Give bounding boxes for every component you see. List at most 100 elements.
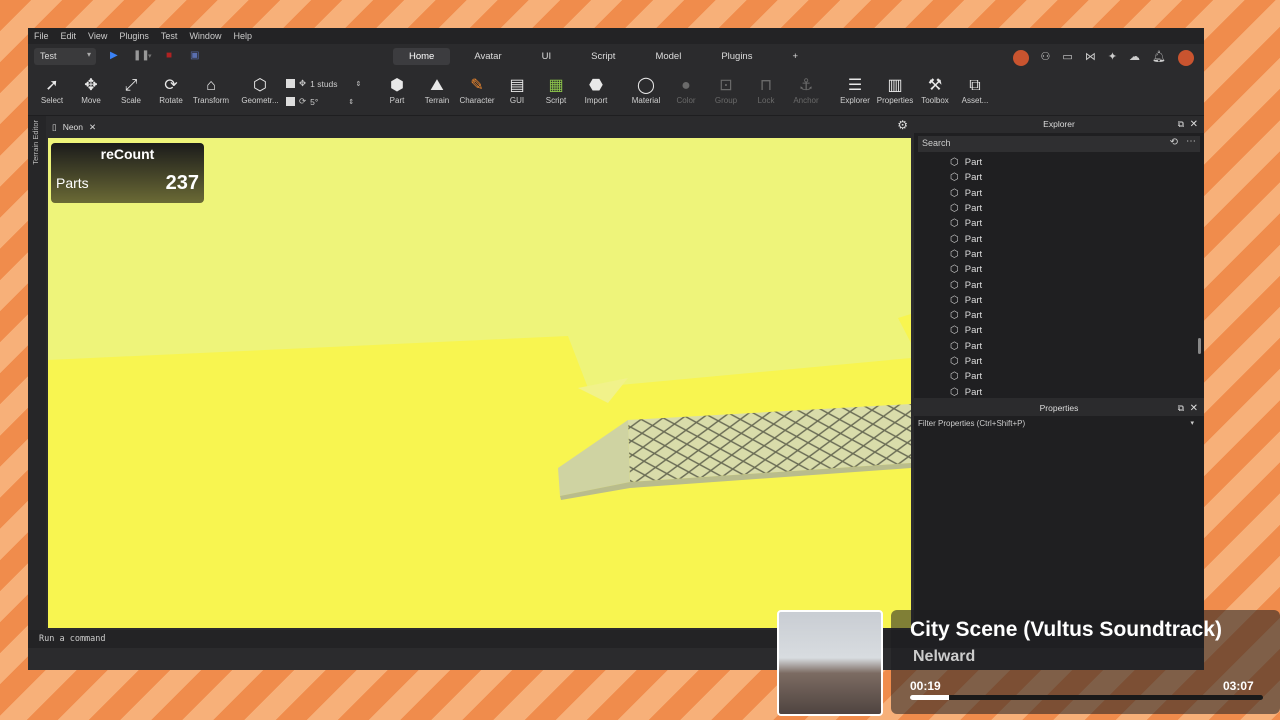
menu-edit[interactable]: Edit [61, 31, 77, 41]
anchor-button[interactable]: ⚓︎ Anchor [786, 76, 826, 105]
gui-icon: ▤ [509, 77, 525, 94]
list-item[interactable]: ⬡ Part [914, 216, 1194, 231]
cube-icon: ⬡ [950, 172, 959, 184]
material-icon: ◯ [637, 77, 655, 94]
close-icon[interactable]: ✕ [1190, 116, 1198, 133]
explorer-button[interactable]: ☰ Explorer [835, 76, 875, 105]
asset-icon: ⧉ [969, 77, 981, 94]
list-item[interactable]: ⬡ Part [914, 323, 1194, 338]
transform-tool-button[interactable]: ⌂ Transform [191, 76, 231, 105]
character-icon: ✎ [470, 77, 484, 94]
lock-button[interactable]: ⊓ Lock [746, 76, 786, 105]
menu-test[interactable]: Test [161, 31, 178, 41]
close-icon[interactable]: ✕ [1190, 400, 1198, 417]
terrain-button[interactable]: ⛰ Terrain [417, 76, 457, 105]
tab-script[interactable]: Script [575, 48, 631, 65]
close-icon[interactable]: ✕ [89, 122, 96, 133]
list-item[interactable]: ⬡ Part [914, 369, 1194, 384]
assistant-avatar-icon[interactable] [1012, 50, 1029, 66]
popout-icon[interactable]: ⧉ [1178, 400, 1184, 417]
select-tool-button[interactable]: ➚ Select [32, 76, 72, 105]
menu-help[interactable]: Help [233, 31, 252, 41]
cube-icon: ⬡ [950, 264, 959, 276]
list-item[interactable]: ⬡ Part [914, 262, 1194, 277]
properties-icon: ▥ [887, 77, 903, 94]
import-button[interactable]: ⬣ Import [576, 76, 616, 105]
rotate-snap-control[interactable]: ⟳ 5° ⇕ [286, 96, 354, 107]
gui-button[interactable]: ▤ GUI [497, 76, 537, 105]
rotate-snap-checkbox[interactable] [286, 97, 295, 106]
list-item[interactable]: ⬡ Part [914, 384, 1194, 397]
stop-icon[interactable]: ■ [166, 50, 172, 61]
doc-tab-neon[interactable]: ▯ Neon ✕ [52, 119, 96, 135]
group-button[interactable]: ⊡ Group [706, 76, 746, 105]
color-button[interactable]: ● Color [666, 76, 706, 105]
properties-button[interactable]: ▥ Properties [875, 76, 915, 105]
filter-placeholder: Filter Properties (Ctrl+Shift+P) [918, 419, 1026, 428]
cube-icon: ⬡ [950, 325, 959, 337]
list-item[interactable]: ⬡ Part [914, 231, 1194, 246]
geometry-icon: ⬡ [253, 77, 267, 94]
filter-properties-input[interactable]: Filter Properties (Ctrl+Shift+P) ▾ [918, 419, 1200, 428]
explorer-search-input[interactable]: Search ⟲ ⋯ [918, 136, 1200, 152]
cube-icon: ⬡ [950, 187, 959, 199]
list-item[interactable]: ⬡ Part [914, 247, 1194, 262]
play-options-chevron-icon[interactable]: ▾ [148, 52, 152, 60]
move-tool-button[interactable]: ✥ Move [71, 76, 111, 105]
terrain-editor-tab[interactable]: Terrain Editor [31, 120, 40, 165]
tab-plugins[interactable]: Plugins [705, 48, 768, 65]
chevron-down-icon[interactable]: ▾ [1190, 419, 1194, 427]
scale-tool-button[interactable]: ⤢ Scale [111, 76, 151, 105]
tab-ui[interactable]: UI [526, 48, 568, 65]
tab-home[interactable]: Home [393, 48, 451, 65]
list-item[interactable]: ⬡ Part [914, 201, 1194, 216]
menu-plugins[interactable]: Plugins [119, 31, 149, 41]
stepper-icon[interactable]: ⇕ [348, 98, 354, 106]
move-snap-control[interactable]: ✥ 1 studs ⇕ [286, 78, 361, 89]
tab-avatar[interactable]: Avatar [458, 48, 517, 65]
geometry-tool-button[interactable]: ⬡ Geometr... [240, 76, 280, 105]
move-snap-checkbox[interactable] [286, 79, 295, 88]
user-avatar[interactable] [1178, 50, 1194, 66]
history-icon[interactable]: ⟲ [1170, 137, 1178, 148]
server-icon[interactable]: ▣ [190, 50, 199, 61]
list-item[interactable]: ⬡ Part [914, 155, 1194, 170]
lock-icon: ⊓ [759, 77, 773, 94]
rotate-tool-button[interactable]: ⟳ Rotate [151, 76, 191, 105]
list-item[interactable]: ⬡ Part [914, 170, 1194, 185]
list-item[interactable]: ⬡ Part [914, 354, 1194, 369]
more-icon[interactable]: ⋯ [1186, 136, 1196, 147]
mode-select[interactable]: Test ▾ [34, 48, 96, 65]
popout-icon[interactable]: ⧉ [1178, 116, 1184, 133]
add-tab-button[interactable]: + [776, 48, 814, 65]
chat-icon[interactable]: ▭ [1062, 50, 1072, 66]
menu-view[interactable]: View [88, 31, 107, 41]
sparkle-icon[interactable]: ✦ [1108, 50, 1117, 66]
3d-viewport[interactable]: reCount Parts 237 [48, 138, 911, 628]
asset-manager-button[interactable]: ⧉ Asset... [955, 76, 995, 105]
script-button[interactable]: ▦ Script [536, 76, 576, 105]
cloud-icon[interactable]: ☁ [1129, 50, 1140, 66]
list-item[interactable]: ⬡ Part [914, 308, 1194, 323]
tab-model[interactable]: Model [639, 48, 697, 65]
list-item[interactable]: ⬡ Part [914, 293, 1194, 308]
explorer-scrollbar[interactable] [1198, 338, 1201, 354]
toolbar: ➚ Select ✥ Move ⤢ Scale ⟳ Rotate ⌂ Transform … [28, 70, 1204, 116]
toolbox-button[interactable]: ⚒ Toolbox [915, 76, 955, 105]
document-icon: ▯ [52, 121, 57, 132]
menu-file[interactable]: File [34, 31, 49, 41]
list-item[interactable]: ⬡ Part [914, 339, 1194, 354]
menu-window[interactable]: Window [189, 31, 221, 41]
list-item[interactable]: ⬡ Part [914, 186, 1194, 201]
material-button[interactable]: ◯ Material [626, 76, 666, 105]
gear-icon[interactable]: ⚙ [897, 118, 908, 132]
list-item[interactable]: ⬡ Part [914, 277, 1194, 292]
collaborators-icon[interactable]: ⚇ [1041, 50, 1051, 66]
character-button[interactable]: ✎ Character [457, 76, 497, 105]
bell-icon[interactable]: 🔔︎ [1152, 50, 1166, 66]
play-icon[interactable]: ▶ [110, 50, 118, 61]
stepper-icon[interactable]: ⇕ [356, 80, 362, 88]
current-time: 00:19 [910, 679, 941, 693]
part-button[interactable]: ⬢ Part [377, 76, 417, 105]
share-icon[interactable]: ⋈ [1085, 50, 1096, 66]
